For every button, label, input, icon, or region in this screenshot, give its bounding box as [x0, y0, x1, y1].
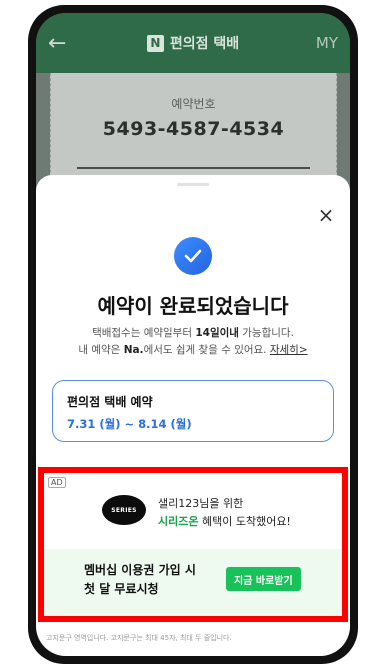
ticket-divider	[77, 167, 310, 169]
get-now-button[interactable]: 지금 바로받기	[226, 567, 301, 591]
ad-promo-text: 멤버십 이용권 가입 시 첫 달 무료시청	[84, 563, 196, 596]
back-arrow-icon[interactable]: ←	[48, 31, 78, 56]
ad-greeting: 샐리123님을 위한	[158, 497, 244, 510]
desc-line-1: 택배접수는 예약일부터 14일이내 가능합니다.	[92, 327, 294, 339]
app-header: ← N 편의점 택배 MY	[36, 13, 350, 73]
ad-badge: AD	[48, 477, 66, 488]
reservation-ticket: 예약번호 5493-4587-4534	[50, 73, 337, 183]
completion-description: 택배접수는 예약일부터 14일이내 가능합니다. 내 예약은 Na.에서도 쉽게…	[36, 325, 350, 359]
my-button[interactable]: MY	[308, 34, 338, 52]
details-link[interactable]: 자세히>	[270, 344, 308, 356]
sheet-grabber[interactable]	[177, 183, 209, 186]
series-logo-icon: SERIES	[102, 495, 146, 525]
desc-line-2: 내 예약은 Na.에서도 쉽게 찾을 수 있어요. 자세히>	[78, 344, 308, 356]
ad-top-section: AD SERIES 샐리123님을 위한 시리즈온 혜택이 도착했어요!	[44, 473, 342, 549]
reservation-number: 5493-4587-4534	[102, 118, 285, 140]
completion-title: 예약이 완료되었습니다	[97, 294, 289, 318]
card-title: 편의점 택배 예약	[67, 395, 153, 409]
check-icon	[174, 237, 212, 275]
ad-banner[interactable]: AD SERIES 샐리123님을 위한 시리즈온 혜택이 도착했어요! 멤버십…	[38, 467, 348, 622]
completion-bottom-sheet: × 예약이 완료되었습니다 택배접수는 예약일부터 14일이내 가능합니다. 내…	[36, 175, 350, 656]
ad-benefit-text: 시리즈온 혜택이 도착했어요!	[158, 515, 291, 528]
phone-frame: ← N 편의점 택배 MY 예약번호 5493-4587-4534 × 예약이 …	[28, 5, 358, 664]
reservation-number-label: 예약번호	[171, 97, 216, 111]
page-title: 편의점 택배	[169, 36, 240, 52]
card-period: 7.31 (월) ~ 8.14 (월)	[67, 417, 192, 431]
close-icon[interactable]: ×	[314, 203, 338, 227]
ad-disclaimer: 고지문구 영역입니다. 고지문구는 최대 45자, 최대 두 줄입니다.	[46, 634, 232, 642]
screen: ← N 편의점 택배 MY 예약번호 5493-4587-4534 × 예약이 …	[36, 13, 350, 656]
reservation-summary-card[interactable]: 편의점 택배 예약 7.31 (월) ~ 8.14 (월)	[52, 380, 334, 442]
naver-logo-icon: N	[146, 34, 164, 52]
header-title-group: N 편의점 택배	[146, 33, 240, 53]
ad-promo-section: 멤버십 이용권 가입 시 첫 달 무료시청 지금 바로받기	[44, 549, 342, 616]
